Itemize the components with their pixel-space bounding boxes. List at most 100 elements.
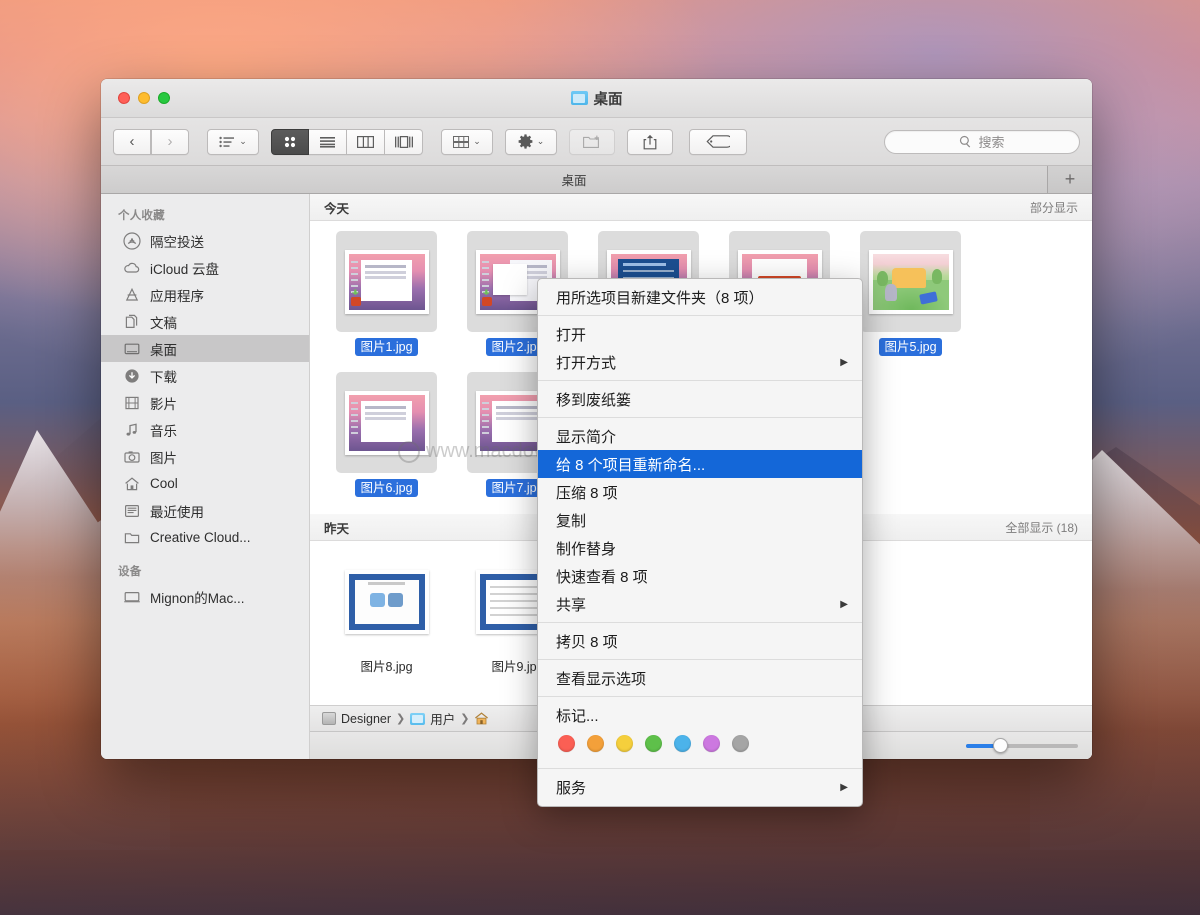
menu-item[interactable]: 查看显示选项 bbox=[538, 664, 862, 692]
menu-item-label: 给 8 个项目重新命名... bbox=[556, 456, 706, 474]
new-tab-button[interactable]: + bbox=[1048, 166, 1092, 193]
file-thumbnail[interactable] bbox=[336, 551, 437, 652]
view-as-icons-button[interactable] bbox=[271, 128, 309, 155]
section-show-partial-link[interactable]: 部分显示 bbox=[1030, 199, 1078, 216]
section-title: 昨天 bbox=[324, 521, 350, 536]
icloud-icon bbox=[123, 259, 141, 277]
plus-icon: + bbox=[1064, 169, 1076, 189]
applications-icon bbox=[123, 286, 141, 304]
sidebar-item-mac[interactable]: Mignon的Mac... bbox=[101, 583, 309, 610]
minimize-button[interactable] bbox=[138, 92, 150, 104]
menu-item[interactable]: 复制 bbox=[538, 506, 862, 534]
icon-size-slider[interactable] bbox=[966, 738, 1078, 753]
share-button[interactable] bbox=[627, 128, 673, 155]
sidebar-item-movies[interactable]: 影片 bbox=[101, 389, 309, 416]
navigation-group: ‹ › bbox=[113, 128, 189, 155]
tab-desktop[interactable]: 桌面 bbox=[101, 166, 1048, 193]
sidebar-item-recents[interactable]: 最近使用 bbox=[101, 497, 309, 524]
breadcrumb-label: Designer bbox=[341, 711, 392, 726]
tag-color-dot-2[interactable] bbox=[616, 735, 633, 752]
file-thumbnail[interactable] bbox=[336, 231, 437, 332]
sidebar-item-desktop[interactable]: 桌面 bbox=[101, 335, 309, 362]
sidebar-group-favorites-header: 个人收藏 bbox=[118, 210, 165, 222]
menu-item-label: 标记... bbox=[556, 707, 599, 725]
view-as-columns-icon bbox=[357, 135, 374, 148]
menu-item[interactable]: 给 8 个项目重新命名... bbox=[538, 450, 862, 478]
file-name-label: 图片1.jpg bbox=[355, 338, 418, 356]
view-as-columns-button[interactable] bbox=[347, 128, 385, 155]
home-icon bbox=[123, 475, 141, 493]
close-button[interactable] bbox=[118, 92, 130, 104]
context-menu[interactable]: 用所选项目新建文件夹（8 项） 打开 打开方式 ▶ 移到废纸篓显示简介给 8 个项目重新… bbox=[537, 278, 863, 807]
search-field[interactable]: 搜索 bbox=[884, 129, 1080, 154]
file-item[interactable]: 图片8.jpg bbox=[334, 551, 439, 676]
slider-knob[interactable] bbox=[992, 738, 1008, 753]
menu-item[interactable]: 制作替身 bbox=[538, 534, 862, 562]
menu-item[interactable]: 快速查看 8 项 bbox=[538, 562, 862, 590]
menu-item[interactable]: 显示简介 bbox=[538, 422, 862, 450]
tag-color-dot-1[interactable] bbox=[587, 735, 604, 752]
arrange-button[interactable]: ⌄ bbox=[207, 128, 259, 155]
menu-item[interactable]: 打开方式 ▶ bbox=[538, 348, 862, 376]
sidebar-item-airdrop[interactable]: 隔空投送 bbox=[101, 227, 309, 254]
action-menu-button[interactable]: ⌄ bbox=[505, 128, 557, 155]
menu-item[interactable]: 压缩 8 项 bbox=[538, 478, 862, 506]
file-thumbnail[interactable] bbox=[336, 372, 437, 473]
breadcrumb-item-designer[interactable]: Designer bbox=[322, 712, 391, 726]
file-item[interactable]: 图片5.jpg bbox=[858, 231, 963, 356]
view-as-icons-icon bbox=[283, 135, 297, 149]
tab-bar: 桌面 + bbox=[101, 166, 1092, 194]
back-button[interactable]: ‹ bbox=[113, 128, 151, 155]
view-as-list-button[interactable] bbox=[309, 128, 347, 155]
breadcrumb-item-users[interactable]: 用户 bbox=[410, 709, 455, 728]
sidebar-item-label: 下载 bbox=[150, 369, 177, 385]
share-icon bbox=[643, 134, 657, 150]
sidebar-item-icloud[interactable]: iCloud 云盘 bbox=[101, 254, 309, 281]
sidebar-item-documents[interactable]: 文稿 bbox=[101, 308, 309, 335]
view-as-gallery-button[interactable] bbox=[385, 128, 423, 155]
tag-color-row bbox=[538, 729, 862, 764]
menu-item[interactable]: 共享 ▶ bbox=[538, 590, 862, 618]
sidebar-item-creative-cloud[interactable]: Creative Cloud... bbox=[101, 524, 309, 551]
window-title-text: 桌面 bbox=[593, 91, 623, 108]
tag-color-dot-4[interactable] bbox=[674, 735, 691, 752]
menu-item[interactable]: 打开 bbox=[538, 320, 862, 348]
sidebar-item-pictures[interactable]: 图片 bbox=[101, 443, 309, 470]
forward-button[interactable]: › bbox=[151, 128, 189, 155]
menu-item[interactable]: 拷贝 8 项 bbox=[538, 627, 862, 655]
file-name-label: 图片6.jpg bbox=[355, 479, 418, 497]
sidebar-item-label: 最近使用 bbox=[150, 504, 204, 520]
menu-item[interactable]: 移到废纸篓 bbox=[538, 385, 862, 413]
sidebar-item-music[interactable]: 音乐 bbox=[101, 416, 309, 443]
menu-item[interactable]: 用所选项目新建文件夹（8 项） bbox=[538, 283, 862, 311]
sidebar-item-applications[interactable]: 应用程序 bbox=[101, 281, 309, 308]
file-name-label: 图片5.jpg bbox=[879, 338, 942, 356]
menu-item[interactable]: 标记... bbox=[538, 701, 862, 729]
tag-color-dot-0[interactable] bbox=[558, 735, 575, 752]
file-item[interactable]: 图片6.jpg bbox=[334, 372, 439, 497]
maximize-button[interactable] bbox=[158, 92, 170, 104]
menu-separator bbox=[538, 622, 862, 623]
tag-color-dot-6[interactable] bbox=[732, 735, 749, 752]
new-folder-button[interactable] bbox=[569, 128, 615, 155]
breadcrumb-item-home[interactable] bbox=[474, 712, 489, 725]
sidebar-item-label: Mignon的Mac... bbox=[150, 590, 245, 606]
sidebar-item-cool[interactable]: Cool bbox=[101, 470, 309, 497]
sidebar-item-downloads[interactable]: 下载 bbox=[101, 362, 309, 389]
breadcrumb-label: 用户 bbox=[430, 713, 456, 727]
menu-separator bbox=[538, 417, 862, 418]
search-icon bbox=[959, 135, 972, 148]
menu-item-label: 共享 bbox=[556, 596, 587, 614]
breadcrumb-separator: ❯ bbox=[460, 713, 470, 725]
group-by-button[interactable]: ⌄ bbox=[441, 128, 493, 155]
tag-color-dot-3[interactable] bbox=[645, 735, 662, 752]
chevron-left-icon: ‹ bbox=[129, 133, 135, 150]
tag-button[interactable] bbox=[689, 128, 747, 155]
file-thumbnail[interactable] bbox=[860, 231, 961, 332]
folder-icon bbox=[123, 529, 141, 547]
tag-color-dot-5[interactable] bbox=[703, 735, 720, 752]
section-show-all-link[interactable]: 全部显示 (18) bbox=[1005, 519, 1078, 536]
file-item[interactable]: 图片1.jpg bbox=[334, 231, 439, 356]
section-header-today: 今天 部分显示 bbox=[310, 194, 1092, 221]
menu-item[interactable]: 服务 ▶ bbox=[538, 773, 862, 801]
